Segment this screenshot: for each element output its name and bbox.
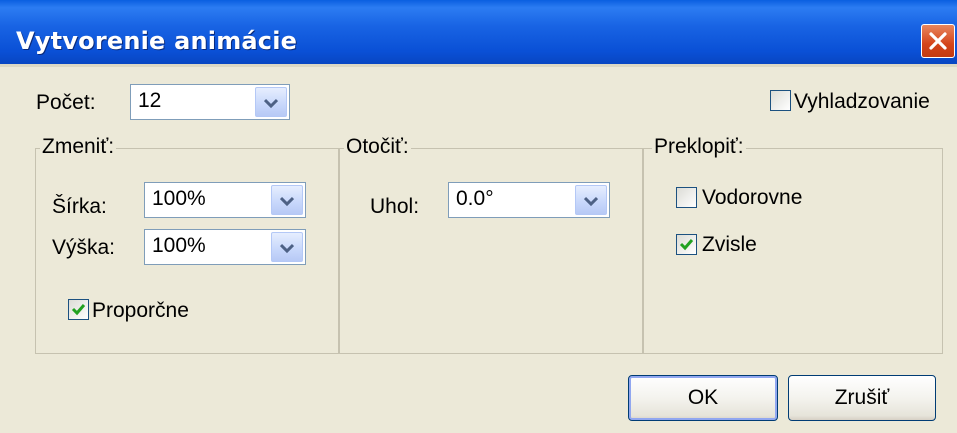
flip-vertical-checkbox[interactable] (676, 234, 697, 255)
height-value: 100% (152, 234, 206, 257)
close-icon (929, 32, 947, 50)
angle-value: 0.0° (456, 187, 494, 210)
close-button[interactable] (921, 24, 955, 58)
angle-label: Uhol: (370, 195, 420, 218)
width-select[interactable]: 100% (144, 182, 306, 218)
angle-dropdown-button[interactable] (575, 185, 607, 215)
ok-button[interactable]: OK (628, 375, 778, 421)
count-select[interactable]: 12 (130, 84, 290, 120)
cancel-button-label: Zrušiť (834, 386, 890, 409)
count-label: Počet: (36, 91, 96, 114)
chevron-down-icon (280, 243, 294, 254)
flip-horizontal-checkbox[interactable] (676, 187, 697, 208)
dialog-title: Vytvorenie animácie (16, 27, 298, 55)
flip-vertical-label[interactable]: Zvisle (702, 233, 757, 257)
width-dropdown-button[interactable] (271, 185, 303, 215)
chevron-down-icon (584, 196, 598, 207)
count-dropdown-button[interactable] (255, 87, 287, 117)
width-value: 100% (152, 187, 206, 210)
cancel-button[interactable]: Zrušiť (788, 375, 936, 421)
check-icon (71, 304, 86, 316)
flip-group-title: Preklopiť: (652, 135, 746, 159)
proportional-label[interactable]: Proporčne (92, 299, 189, 323)
resize-group-title: Zmeniť: (40, 135, 117, 159)
flip-horizontal-label[interactable]: Vodorovne (702, 186, 802, 210)
count-value: 12 (138, 89, 162, 112)
rotate-group (339, 148, 643, 354)
chevron-down-icon (280, 196, 294, 207)
rotate-group-title: Otočiť: (344, 135, 411, 159)
height-label: Výška: (52, 236, 116, 259)
title-separator (0, 64, 957, 67)
smoothing-checkbox[interactable] (770, 90, 791, 111)
height-dropdown-button[interactable] (271, 232, 303, 262)
height-select[interactable]: 100% (144, 229, 306, 265)
check-icon (679, 239, 694, 251)
ok-button-label: OK (687, 386, 719, 409)
title-bar[interactable]: Vytvorenie animácie (0, 0, 957, 64)
smoothing-label[interactable]: Vyhladzovanie (794, 90, 930, 114)
width-label: Šírka: (52, 195, 107, 218)
angle-select[interactable]: 0.0° (448, 182, 610, 218)
create-animation-dialog: Vytvorenie animácie Počet: 12 Vyhladzova… (0, 0, 957, 433)
chevron-down-icon (264, 98, 278, 109)
proportional-checkbox[interactable] (68, 299, 89, 320)
